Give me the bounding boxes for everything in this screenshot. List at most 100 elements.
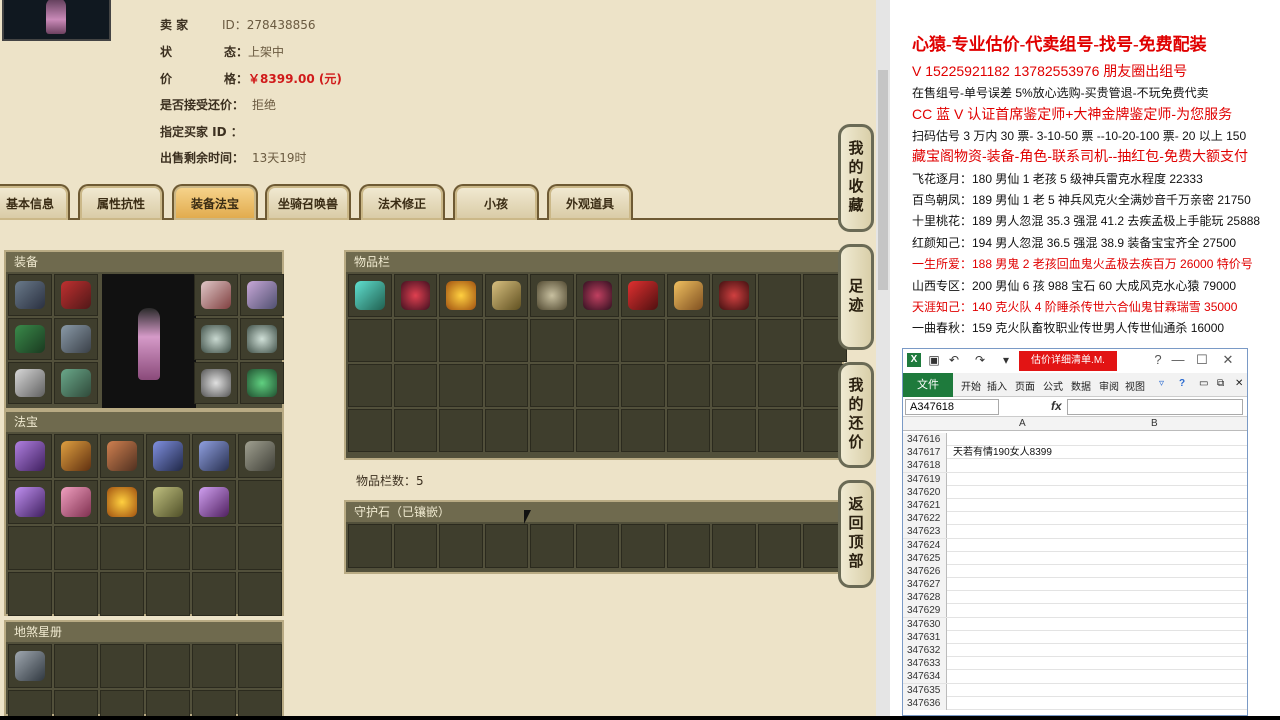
guard-slot[interactable] bbox=[393, 524, 437, 568]
page-scrollbar[interactable] bbox=[876, 0, 890, 716]
bag-slot[interactable] bbox=[575, 274, 619, 317]
sheet-row[interactable]: 347620 bbox=[903, 485, 1247, 499]
sheet-row[interactable]: 347624 bbox=[903, 538, 1247, 552]
guard-slot[interactable] bbox=[621, 524, 665, 568]
save-icon[interactable]: ▣ bbox=[927, 353, 941, 367]
name-box[interactable]: A347618 bbox=[905, 399, 999, 415]
sheet-row[interactable]: 347627 bbox=[903, 578, 1247, 592]
fabao-slot[interactable] bbox=[238, 526, 282, 570]
ribbon-tab[interactable]: 数据 bbox=[1071, 378, 1091, 393]
sheet-row[interactable]: 347630 bbox=[903, 617, 1247, 631]
fabao-slot[interactable] bbox=[54, 572, 98, 616]
star-slot[interactable] bbox=[100, 690, 144, 716]
row-number[interactable]: 347625 bbox=[903, 551, 947, 565]
equip-slot[interactable] bbox=[54, 362, 98, 404]
column-a-header[interactable]: A bbox=[1019, 418, 1026, 429]
equip-slot[interactable] bbox=[194, 318, 238, 360]
ribbon-tab[interactable]: 开始 bbox=[961, 378, 981, 393]
bag-slot[interactable] bbox=[439, 364, 483, 407]
fabao-slot[interactable] bbox=[100, 434, 144, 478]
sheet-row[interactable]: 347617 天若有情190女人8399 bbox=[903, 446, 1247, 460]
fabao-slot[interactable] bbox=[8, 434, 52, 478]
star-slot[interactable] bbox=[146, 690, 190, 716]
bag-slot[interactable] bbox=[439, 409, 483, 452]
fabao-slot[interactable] bbox=[8, 526, 52, 570]
ribbon-tab[interactable]: 插入 bbox=[987, 378, 1007, 393]
guard-slot[interactable] bbox=[666, 524, 710, 568]
bag-slot[interactable] bbox=[393, 274, 437, 317]
undo-icon[interactable]: ↶ bbox=[947, 353, 961, 367]
fabao-slot[interactable] bbox=[192, 526, 236, 570]
star-slot[interactable] bbox=[54, 690, 98, 716]
row-number[interactable]: 347617 bbox=[903, 446, 947, 460]
equip-slot[interactable] bbox=[8, 274, 52, 316]
sheet-row[interactable]: 347632 bbox=[903, 644, 1247, 658]
bag-slot[interactable] bbox=[666, 409, 710, 452]
customize-toolbar-icon[interactable]: ▾ bbox=[999, 353, 1013, 367]
star-slot[interactable] bbox=[192, 690, 236, 716]
guard-slot[interactable] bbox=[575, 524, 619, 568]
bag-slot[interactable] bbox=[530, 409, 574, 452]
equip-slot[interactable] bbox=[240, 362, 284, 404]
formula-input[interactable] bbox=[1067, 399, 1243, 415]
sheet-row[interactable]: 347626 bbox=[903, 564, 1247, 579]
bag-slot[interactable] bbox=[530, 274, 574, 317]
star-slot[interactable] bbox=[192, 644, 236, 688]
equip-slot[interactable] bbox=[8, 362, 52, 404]
bag-slot[interactable] bbox=[712, 364, 756, 407]
sheet-row[interactable]: 347618 bbox=[903, 459, 1247, 473]
sheet-row[interactable]: 347622 bbox=[903, 512, 1247, 526]
bag-slot[interactable] bbox=[621, 319, 665, 362]
bag-slot[interactable] bbox=[439, 319, 483, 362]
file-tab[interactable]: 文件 bbox=[903, 373, 953, 397]
sheet-row[interactable]: 347619 bbox=[903, 472, 1247, 486]
star-slot[interactable] bbox=[54, 644, 98, 688]
ribbon-tab[interactable]: 视图 bbox=[1125, 378, 1145, 393]
minimize-icon[interactable]: — bbox=[1167, 351, 1189, 369]
star-slot[interactable] bbox=[238, 690, 282, 716]
bag-slot[interactable] bbox=[530, 319, 574, 362]
tab-equipment[interactable]: 装备法宝 bbox=[172, 184, 258, 220]
window-restore-icon[interactable]: ⧉ bbox=[1217, 378, 1224, 389]
footprints-button[interactable]: 足迹 bbox=[838, 244, 874, 350]
tab-mounts-pets[interactable]: 坐骑召唤兽 bbox=[265, 184, 351, 220]
bag-slot[interactable] bbox=[757, 274, 801, 317]
bag-slot[interactable] bbox=[393, 319, 437, 362]
fabao-slot[interactable] bbox=[100, 572, 144, 616]
fabao-slot[interactable] bbox=[146, 572, 190, 616]
row-number[interactable]: 347635 bbox=[903, 683, 947, 697]
bag-slot[interactable] bbox=[757, 409, 801, 452]
fabao-slot[interactable] bbox=[100, 480, 144, 524]
equip-slot[interactable] bbox=[240, 274, 284, 316]
guard-slot[interactable] bbox=[348, 524, 392, 568]
row-number[interactable]: 347633 bbox=[903, 657, 947, 671]
fabao-slot[interactable] bbox=[192, 434, 236, 478]
equip-slot[interactable] bbox=[194, 362, 238, 404]
bag-slot[interactable] bbox=[393, 364, 437, 407]
equip-slot[interactable] bbox=[54, 274, 98, 316]
star-slot[interactable] bbox=[146, 644, 190, 688]
bag-slot[interactable] bbox=[484, 409, 528, 452]
bag-slot[interactable] bbox=[712, 319, 756, 362]
row-number[interactable]: 347616 bbox=[903, 433, 947, 446]
help-circle-icon[interactable]: ? bbox=[1179, 378, 1185, 389]
bag-slot[interactable] bbox=[484, 319, 528, 362]
bag-slot[interactable] bbox=[484, 364, 528, 407]
bag-slot[interactable] bbox=[712, 274, 756, 317]
sheet-row[interactable]: 347616 bbox=[903, 433, 1247, 447]
bag-slot[interactable] bbox=[393, 409, 437, 452]
bag-slot[interactable] bbox=[348, 274, 392, 317]
bag-slot[interactable] bbox=[712, 409, 756, 452]
bag-slot[interactable] bbox=[621, 364, 665, 407]
ribbon-collapse-icon[interactable]: ▿ bbox=[1159, 378, 1164, 389]
maximize-icon[interactable]: ☐ bbox=[1191, 351, 1213, 369]
sheet-row[interactable]: 347625 bbox=[903, 551, 1247, 565]
row-number[interactable]: 347629 bbox=[903, 604, 947, 618]
ribbon-tab[interactable]: 审阅 bbox=[1099, 378, 1119, 393]
tab-appearance[interactable]: 外观道具 bbox=[547, 184, 633, 220]
fabao-slot[interactable] bbox=[100, 526, 144, 570]
row-number[interactable]: 347620 bbox=[903, 485, 947, 499]
column-b-header[interactable]: B bbox=[1151, 418, 1158, 429]
my-favorites-button[interactable]: 我的收藏 bbox=[838, 124, 874, 232]
sheet-row[interactable]: 347633 bbox=[903, 657, 1247, 671]
